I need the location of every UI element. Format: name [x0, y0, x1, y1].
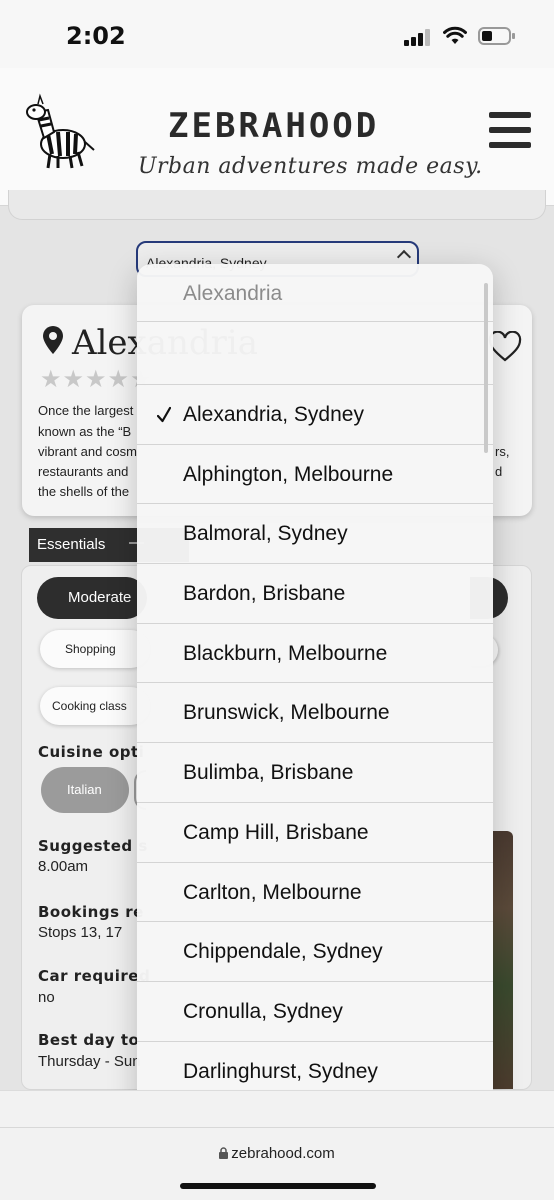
suggested-start-label: Suggested s: [38, 837, 148, 855]
dropdown-option[interactable]: Balmoral, Sydney: [137, 504, 493, 565]
suburb-photo[interactable]: [493, 831, 513, 1089]
rating-stars[interactable]: ★★★★★: [40, 365, 153, 394]
dropdown-option-label: Alexandria, Sydney: [183, 403, 364, 426]
description-line: vibrant and cosm: [38, 444, 137, 459]
description-line: Once the largest: [38, 403, 134, 418]
location-dropdown-list[interactable]: Alexandria Alexandria, Sydney Alphington…: [137, 264, 493, 1122]
dropdown-option[interactable]: Carlton, Melbourne: [137, 863, 493, 923]
car-required-label: Car required: [38, 967, 151, 985]
car-required-value: no: [38, 989, 55, 1006]
brand-name[interactable]: ZEBRAHOOD: [168, 106, 379, 146]
dropdown-option[interactable]: Cronulla, Sydney: [137, 982, 493, 1042]
tag-cooking-class[interactable]: Cooking class: [40, 687, 150, 725]
dropdown-option[interactable]: Chippendale, Sydney: [137, 922, 493, 982]
url-text: zebrahood.com: [231, 1145, 335, 1162]
cuisine-label: Cuisine opti: [38, 743, 145, 761]
browser-toolbar: zebrahood.com: [0, 1090, 554, 1200]
favorite-heart-icon[interactable]: [488, 331, 522, 363]
search-card: [8, 190, 546, 220]
wifi-icon: [443, 26, 467, 44]
description-line: known as the “B: [38, 424, 132, 439]
budget-pill[interactable]: Moderate: [37, 577, 147, 619]
home-indicator[interactable]: [180, 1183, 376, 1189]
toolbar-divider: [0, 1127, 554, 1128]
checkmark-icon: [157, 406, 171, 423]
dropdown-option[interactable]: Camp Hill, Brisbane: [137, 803, 493, 863]
dropdown-scrollbar[interactable]: [484, 283, 488, 453]
best-day-value: Thursday - Sun: [38, 1053, 141, 1070]
dropdown-option[interactable]: Brunswick, Melbourne: [137, 683, 493, 744]
address-bar[interactable]: zebrahood.com: [0, 1145, 554, 1162]
tab-essentials-label: Essentials: [37, 536, 106, 553]
dropdown-option[interactable]: Alphington, Melbourne: [137, 445, 493, 505]
dropdown-header: Alexandria: [137, 264, 493, 322]
bookings-label: Bookings re: [38, 903, 144, 921]
map-pin-icon: [43, 326, 63, 354]
suggested-start-value: 8.00am: [38, 858, 89, 875]
site-header: ZEBRAHOOD Urban adventures made easy.: [0, 68, 554, 206]
dropdown-option[interactable]: Bardon, Brisbane: [137, 564, 493, 624]
brand-tagline: Urban adventures made easy.: [138, 154, 483, 179]
dropdown-blank-option[interactable]: [137, 322, 493, 385]
description-fragment: d: [495, 464, 503, 479]
dropdown-option[interactable]: Bulimba, Brisbane: [137, 743, 493, 803]
hamburger-menu-icon[interactable]: [489, 112, 531, 148]
cellular-signal-icon: [404, 28, 434, 46]
dropdown-option-selected[interactable]: Alexandria, Sydney: [137, 385, 493, 445]
bookings-value: Stops 13, 17: [38, 924, 123, 941]
dropdown-option[interactable]: Blackburn, Melbourne: [137, 624, 493, 684]
best-day-label: Best day to: [38, 1031, 140, 1049]
lock-icon: [219, 1147, 229, 1159]
description-line: the shells of the: [38, 484, 130, 499]
status-time: 2:02: [66, 22, 126, 50]
cuisine-option-italian[interactable]: Italian: [41, 767, 129, 813]
description-fragment: rs,: [495, 444, 510, 459]
description-line: restaurants and: [38, 464, 129, 479]
battery-icon: [478, 27, 515, 45]
zebra-logo[interactable]: [18, 92, 98, 172]
chevron-up-icon: [396, 249, 412, 265]
status-bar: 2:02: [0, 0, 554, 68]
tag-shopping[interactable]: Shopping: [40, 630, 150, 668]
